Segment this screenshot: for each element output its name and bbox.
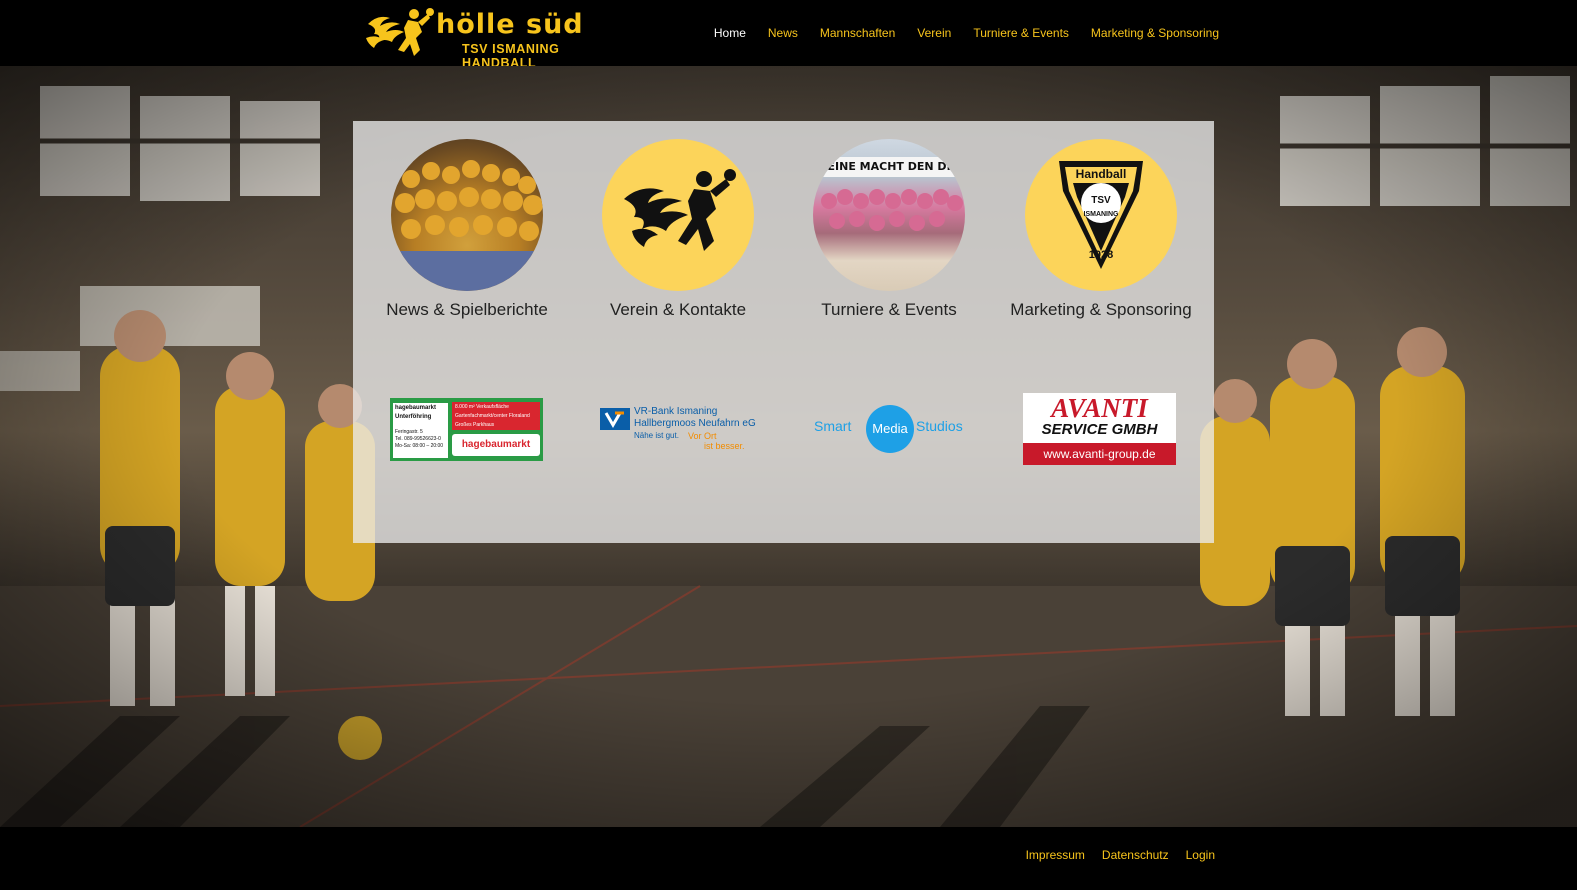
nav-home[interactable]: Home [714,26,746,40]
nav-verein[interactable]: Verein [917,26,951,40]
hagebau-features: 8.000 m² Verkaufsfläche Gartenfachmarkt/… [452,402,540,430]
logo-title: hölle süd [436,9,584,40]
footer-links: Impressum Datenschutz Login [1026,848,1215,862]
vr-bank-name-line2: Hallbergmoos Neufahrn eG [634,418,756,429]
hagebau-name-line1: hagebaumarkt [395,405,437,411]
footer-link-login[interactable]: Login [1186,848,1215,862]
vr-bank-slogan-b: Vor Ort [688,431,717,441]
vr-bank-slogan-a: Nähe ist gut. [634,431,679,440]
footer-link-datenschutz[interactable]: Datenschutz [1102,848,1169,862]
tile-label-news[interactable]: News & Spielberichte [367,300,567,320]
main-navigation: Home News Mannschaften Verein Turniere &… [714,0,1219,66]
handball-player-flame-icon [624,169,736,251]
sponsor-vr-bank[interactable]: VR-Bank Ismaning Hallbergmoos Neufahrn e… [600,404,756,454]
site-logo[interactable]: hölle süd TSV ISMANING HANDBALL [364,4,614,70]
tile-turniere[interactable]: KEINE MACHT DEN DROGEN Turniere & Events [789,139,989,320]
hagebau-logo: hagebaumarkt [452,434,540,456]
crowd-photo-illustration [391,160,543,291]
sponsor-hagebaumarkt[interactable]: hagebaumarkt Unterföhring Feringastr. 5 … [390,398,543,461]
nav-turniere-events[interactable]: Turniere & Events [973,26,1069,40]
crest-year: 1928 [1088,249,1114,261]
verein-logo-circle[interactable] [602,139,754,291]
avanti-name: AVANTI [1051,393,1148,423]
nav-marketing-sponsoring[interactable]: Marketing & Sponsoring [1091,26,1219,40]
site-header: hölle süd TSV ISMANING HANDBALL Home New… [0,0,1577,70]
hagebau-info-box: hagebaumarkt Unterföhring Feringastr. 5 … [393,403,448,458]
smart-text-left: Smart [814,418,852,434]
tsv-crest-circle[interactable]: Handball TSV ISMANING 1928 [1025,139,1177,291]
sponsor-avanti-service[interactable]: AVANTI SERVICE GMBH www.avanti-group.de [1023,393,1176,465]
hagebau-feature-2: Gartenfachmarkt/center Floraland [455,413,530,419]
crest-bottom-text: ISMANING [1083,211,1119,218]
footer-link-impressum[interactable]: Impressum [1026,848,1085,862]
nav-news[interactable]: News [768,26,798,40]
vr-bank-slogan-c: ist besser. [704,441,745,451]
tile-label-verein[interactable]: Verein & Kontakte [578,300,778,320]
nav-mannschaften[interactable]: Mannschaften [820,26,895,40]
hagebau-feature-1: 8.000 m² Verkaufsfläche [455,404,509,410]
avanti-line2: SERVICE GMBH [1041,421,1158,438]
hagebau-address: Feringastr. 5 [395,429,423,435]
tile-news[interactable]: News & Spielberichte [367,139,567,320]
smart-media-circle: Media [866,405,914,453]
hagebau-name-line2: Unterföhring [395,414,432,420]
hagebau-hours: Mo-Sa: 08:00 – 20:00 [395,443,444,449]
tile-verein[interactable]: Verein & Kontakte [578,139,778,320]
crest-mid-text: TSV [1091,195,1111,206]
hagebau-phone: Tel. 089-99526623-0 [395,436,441,442]
crest-top-text: Handball [1075,167,1127,181]
hagebau-feature-3: Großes Parkhaus [455,422,495,428]
site-footer: Impressum Datenschutz Login [0,827,1577,890]
handball-player-flame-icon [366,8,434,56]
news-team-photo[interactable] [391,139,543,291]
avanti-url: www.avanti-group.de [1043,447,1156,461]
tile-label-marketing[interactable]: Marketing & Sponsoring [1001,300,1201,320]
quicklinks-panel: News & Spielberichte Verein & Kontakte K… [353,121,1214,543]
beach-crowd-illustration [821,189,963,231]
tile-label-turniere[interactable]: Turniere & Events [789,300,989,320]
vr-bank-logo-icon [600,408,630,430]
smart-text-right: Studios [916,418,963,434]
sponsor-smart-media-studios[interactable]: Smart Media Studios [814,404,970,454]
tile-marketing[interactable]: Handball TSV ISMANING 1928 Marketing & S… [1001,139,1201,320]
vr-bank-name-line1: VR-Bank Ismaning [634,406,718,417]
turniere-event-photo[interactable]: KEINE MACHT DEN DROGEN [813,139,965,291]
vr-bank-icon [604,411,624,428]
